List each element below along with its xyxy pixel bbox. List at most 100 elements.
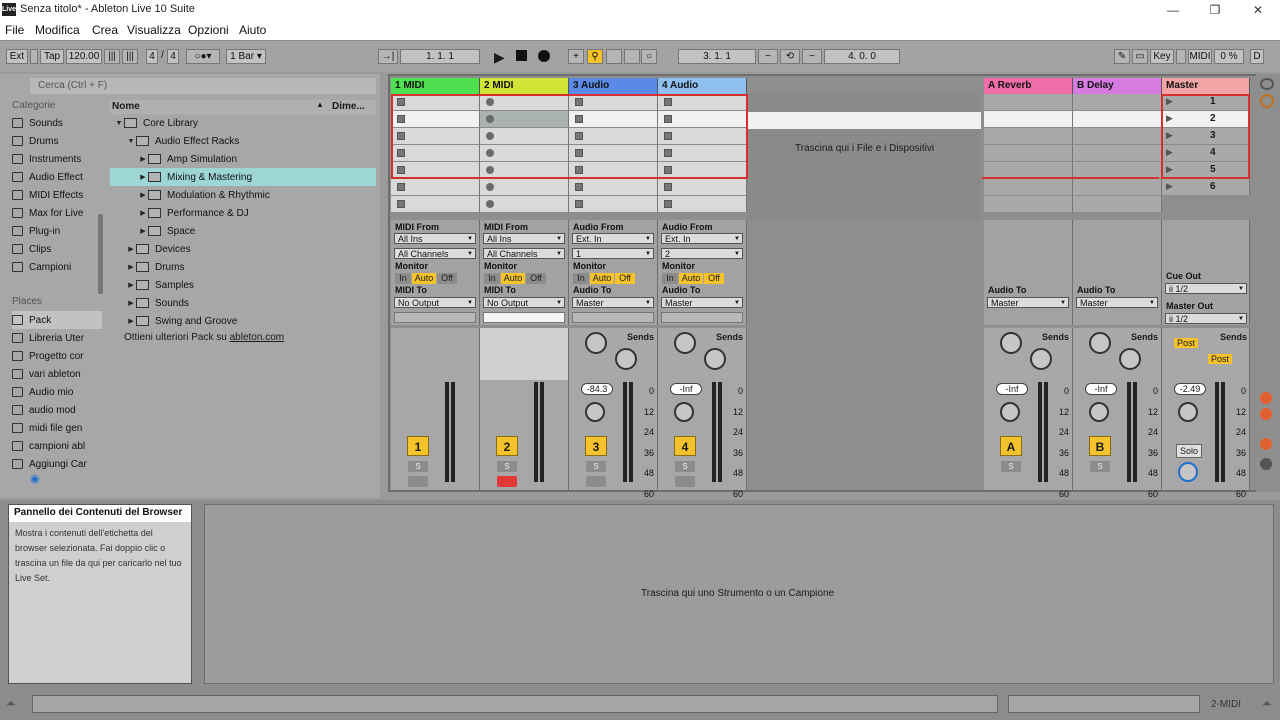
nudge-down-icon[interactable]: ||| — [104, 49, 120, 64]
input-channel-select[interactable]: All Channels — [394, 248, 476, 259]
pan-knob[interactable] — [674, 402, 694, 422]
send-b-knob[interactable] — [1119, 348, 1141, 370]
scene-launch-icon[interactable]: ▶ — [1166, 96, 1173, 107]
toggle-info-icon[interactable]: ⏶ — [6, 696, 16, 711]
clip-slot[interactable] — [480, 94, 569, 111]
output-channel-field[interactable] — [483, 312, 565, 323]
clip-slot[interactable] — [658, 128, 747, 145]
category-item[interactable]: Instruments — [12, 150, 102, 168]
clip-stop-icon[interactable] — [575, 132, 583, 140]
send-b-knob[interactable] — [615, 348, 637, 370]
track-header[interactable]: 3 Audio — [569, 78, 658, 94]
volume-field[interactable]: -2.49 — [1174, 383, 1206, 395]
menu-aiuto[interactable]: Aiuto — [239, 23, 266, 37]
pan-knob[interactable] — [1089, 402, 1109, 422]
clip-slot[interactable] — [658, 179, 747, 196]
clip-record-icon[interactable] — [486, 166, 494, 174]
browser-tree-item[interactable]: ▶ Drums — [110, 258, 376, 276]
clip-slot[interactable] — [569, 196, 658, 213]
input-source-select[interactable]: Ext. In — [572, 233, 654, 244]
punch-out-icon[interactable]: ~ — [802, 49, 822, 64]
clip-slot[interactable] — [658, 162, 747, 179]
track-activator-button[interactable]: 3 — [585, 436, 607, 456]
tempo-field[interactable]: 120.00 — [66, 49, 102, 64]
menu-modifica[interactable]: Modifica — [35, 23, 80, 37]
places-item[interactable]: Libreria Uter — [12, 329, 102, 347]
output-select[interactable]: Master — [1076, 297, 1158, 308]
expand-right-icon[interactable]: ▶ — [126, 317, 136, 325]
clip-stop-icon[interactable] — [575, 166, 583, 174]
clip-stop-icon[interactable] — [664, 183, 672, 191]
arm-button[interactable] — [408, 476, 428, 487]
clip-stop-icon[interactable] — [575, 149, 583, 157]
clip-stop-icon[interactable] — [664, 149, 672, 157]
track-activator-button[interactable]: 1 — [407, 436, 429, 456]
device-drop-area[interactable]: Trascina qui uno Strumento o un Campione — [204, 504, 1274, 684]
clip-slot[interactable] — [391, 162, 480, 179]
menu-crea[interactable]: Crea — [92, 23, 118, 37]
input-source-select[interactable]: Ext. In — [661, 233, 743, 244]
menu-visualizza[interactable]: Visualizza — [127, 23, 181, 37]
output-channel-field[interactable] — [572, 312, 654, 323]
arrangement-position[interactable]: 1. 1. 1 — [400, 49, 480, 64]
close-button[interactable]: ✕ — [1245, 2, 1271, 18]
mixer-toggle-icon[interactable] — [1260, 438, 1272, 450]
solo-button[interactable]: S — [1001, 461, 1021, 472]
clip-slot[interactable] — [569, 94, 658, 111]
send-a-knob[interactable] — [674, 332, 696, 354]
cue-out-select[interactable]: ii 1/2 — [1165, 283, 1247, 294]
arm-button[interactable] — [675, 476, 695, 487]
clip-slot[interactable] — [569, 162, 658, 179]
volume-field[interactable]: -Inf — [670, 383, 702, 395]
expand-right-icon[interactable]: ▶ — [138, 155, 148, 163]
input-channel-select[interactable]: 2 — [661, 248, 743, 259]
ext-sync-button[interactable]: Ext — [6, 49, 28, 64]
track-header[interactable]: 4 Audio — [658, 78, 747, 94]
clip-stop-icon[interactable] — [664, 98, 672, 106]
clip-stop-icon[interactable] — [575, 98, 583, 106]
clip-record-icon[interactable] — [486, 149, 494, 157]
track-header[interactable]: 2 MIDI — [480, 78, 569, 94]
clip-slot[interactable] — [569, 128, 658, 145]
monitor-auto-button[interactable]: Auto — [501, 273, 525, 284]
clip-slot[interactable] — [658, 196, 747, 213]
post-button[interactable]: Post — [1208, 354, 1233, 364]
browser-tree-item[interactable]: ▶ Samples — [110, 276, 376, 294]
clip-slot[interactable] — [658, 111, 747, 128]
clip-slot[interactable] — [391, 196, 480, 213]
expand-right-icon[interactable]: ▶ — [138, 209, 148, 217]
clip-slot[interactable] — [391, 145, 480, 162]
monitor-off-button[interactable]: Off — [526, 273, 546, 284]
scene-slot[interactable]: ▶ 3 — [1162, 128, 1250, 145]
expand-right-icon[interactable]: ▶ — [126, 299, 136, 307]
category-item[interactable]: Drums — [12, 132, 102, 150]
clip-stop-icon[interactable] — [397, 132, 405, 140]
scene-slot[interactable]: ▶ 2 — [1162, 111, 1250, 128]
clip-slot[interactable] — [480, 162, 569, 179]
places-item[interactable]: Aggiungi Car — [12, 455, 102, 473]
stop-icon[interactable] — [516, 50, 527, 61]
places-item[interactable]: midi file gen — [12, 419, 102, 437]
browser-tree-item[interactable]: ▶ Amp Simulation — [110, 150, 376, 168]
clip-slot[interactable] — [391, 128, 480, 145]
clip-stop-icon[interactable] — [397, 98, 405, 106]
browser-tree-item[interactable]: ▶ Performance & DJ — [110, 204, 376, 222]
browser-tree-item[interactable]: ▶ Sounds — [110, 294, 376, 312]
input-source-select[interactable]: All Ins — [483, 233, 565, 244]
monitor-off-button[interactable]: Off — [704, 273, 724, 284]
solo-button[interactable]: S — [497, 461, 517, 472]
monitor-auto-button[interactable]: Auto — [590, 273, 614, 284]
solo-button[interactable]: S — [675, 461, 695, 472]
track-activator-button[interactable]: 4 — [674, 436, 696, 456]
column-name-header[interactable]: Nome — [110, 100, 334, 114]
play-icon[interactable]: ▶ — [494, 49, 505, 66]
pan-knob[interactable] — [585, 402, 605, 422]
scene-launch-icon[interactable]: ▶ — [1166, 130, 1173, 141]
category-item[interactable]: Audio Effect — [12, 168, 102, 186]
minimize-button[interactable]: — — [1160, 2, 1186, 18]
monitor-off-button[interactable]: Off — [437, 273, 457, 284]
loop-start-field[interactable]: 3. 1. 1 — [678, 49, 756, 64]
follow-icon[interactable]: →| — [378, 49, 398, 64]
cue-volume-knob[interactable] — [1178, 462, 1198, 482]
return-track-header[interactable]: A Reverb — [984, 78, 1073, 94]
